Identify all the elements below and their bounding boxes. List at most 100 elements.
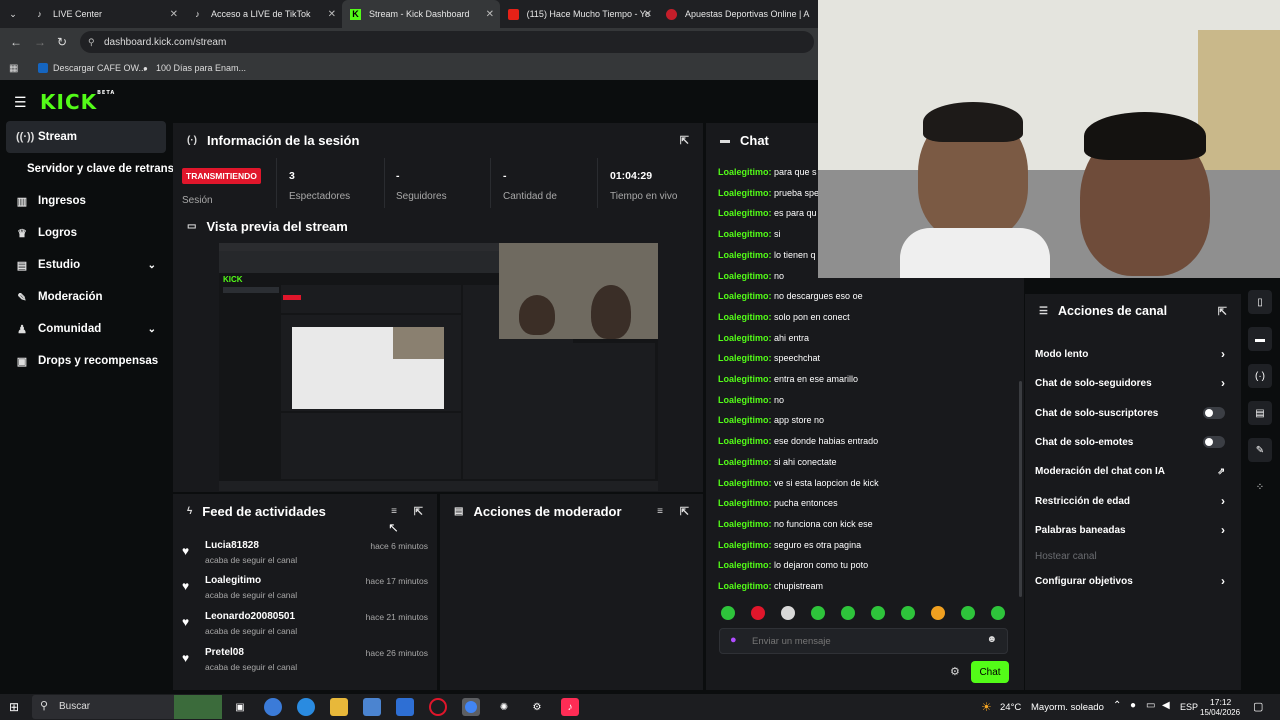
chat-message-field[interactable] (752, 633, 972, 649)
emote-icon[interactable] (751, 606, 765, 620)
settings-gear-icon[interactable]: ⚙ (528, 698, 546, 716)
chat-username[interactable]: Loalegitimo: (718, 478, 772, 488)
tray-chevron-icon[interactable]: ⌃ (1113, 700, 1121, 711)
chat-send-button[interactable]: Chat (971, 661, 1009, 683)
browser-tab[interactable]: (115) Hace Mucho Tiempo - Yo ✕ (500, 0, 658, 28)
emote-icon[interactable] (721, 606, 735, 620)
copilot-icon[interactable] (264, 698, 282, 716)
toggle-switch[interactable] (1203, 436, 1225, 448)
hamburger-menu-icon[interactable]: ☰ (14, 94, 27, 111)
chat-username[interactable]: Loalegitimo: (718, 540, 772, 550)
toggle-switch[interactable] (1203, 407, 1225, 419)
emote-icon[interactable] (901, 606, 915, 620)
tab-menu-button[interactable]: ⌄ (0, 0, 26, 28)
chat-username[interactable]: Loalegitimo: (718, 415, 772, 425)
chat-username[interactable]: Loalegitimo: (718, 457, 772, 467)
filter-icon[interactable]: ≡ (391, 506, 397, 517)
bookmark-item[interactable]: Descargar CAFE OW... (53, 63, 146, 73)
clock-time[interactable]: 17:12 (1210, 697, 1231, 707)
chat-username[interactable]: Loalegitimo: (718, 395, 772, 405)
chat-input[interactable]: ● ☻ (719, 628, 1008, 654)
rail-doc-icon[interactable]: ▯ (1248, 290, 1272, 314)
store-icon[interactable] (363, 698, 381, 716)
file-explorer-icon[interactable] (330, 698, 348, 716)
microphone-icon[interactable]: ● (1130, 700, 1136, 711)
chat-username[interactable]: Loalegitimo: (718, 519, 772, 529)
action-followers-only[interactable]: Chat de solo-seguidores › (1035, 376, 1225, 390)
mail-icon[interactable] (396, 698, 414, 716)
chat-username[interactable]: Loalegitimo: (718, 291, 772, 301)
sidebar-item-estudio[interactable]: ▤ Estudio ⌄ (6, 249, 166, 281)
popout-icon[interactable]: ⇱ (414, 505, 423, 518)
edge-icon[interactable] (297, 698, 315, 716)
microphone-icon[interactable]: ● (730, 634, 737, 646)
tiktok-live-icon[interactable]: ♪ (561, 698, 579, 716)
forward-icon[interactable]: → (34, 35, 46, 49)
windows-start-icon[interactable]: ⊞ (9, 700, 19, 714)
filter-icon[interactable]: ≡ (657, 506, 663, 517)
sidebar-item-stream[interactable]: ((·)) Stream (6, 121, 166, 153)
stream-preview-video[interactable]: KICK (219, 243, 658, 491)
action-ai-moderation[interactable]: Moderación del chat con IA ⇗ (1035, 466, 1225, 477)
sidebar-item-server-key[interactable]: Servidor y clave de retransmisión (6, 153, 174, 185)
chat-username[interactable]: Loalegitimo: (718, 229, 772, 239)
chat-username[interactable]: Loalegitimo: (718, 560, 772, 570)
chat-username[interactable]: Loalegitimo: (718, 312, 772, 322)
emote-icon[interactable] (781, 606, 795, 620)
chat-username[interactable]: Loalegitimo: (718, 271, 772, 281)
action-set-goals[interactable]: Configurar objetivos › (1035, 574, 1225, 588)
chat-username[interactable]: Loalegitimo: (718, 581, 772, 591)
action-emotes-only[interactable]: Chat de solo-emotes (1035, 436, 1225, 448)
rail-stream-icon[interactable]: (·) (1248, 364, 1272, 388)
popout-icon[interactable]: ⇱ (680, 505, 689, 518)
sidebar-item-logros[interactable]: ♛ Logros (6, 217, 166, 249)
chat-username[interactable]: Loalegitimo: (718, 333, 772, 343)
close-icon[interactable]: ✕ (644, 9, 652, 20)
back-icon[interactable]: ← (10, 35, 22, 49)
chat-username[interactable]: Loalegitimo: (718, 374, 772, 384)
sidebar-item-moderacion[interactable]: ✎ Moderación (6, 281, 166, 313)
notification-icon[interactable]: ▢ (1253, 700, 1263, 713)
network-icon[interactable]: ▭ (1146, 700, 1155, 711)
volume-icon[interactable]: ◀ (1162, 700, 1170, 711)
emote-icon[interactable] (841, 606, 855, 620)
taskbar-search[interactable]: ⚲ Buscar (32, 695, 222, 719)
emote-icon[interactable] (871, 606, 885, 620)
rail-wrench-icon[interactable]: ✎ (1248, 438, 1272, 462)
chat-username[interactable]: Loalegitimo: (718, 250, 772, 260)
chat-username[interactable]: Loalegitimo: (718, 436, 772, 446)
close-icon[interactable]: ✕ (328, 9, 336, 20)
browser-tab-active[interactable]: K Stream - Kick Dashboard ✕ (342, 0, 500, 28)
emote-icon[interactable] (991, 606, 1005, 620)
browser-tab[interactable]: ♪ LIVE Center ✕ (26, 0, 184, 28)
sidebar-item-ingresos[interactable]: ▥ Ingresos (6, 185, 166, 217)
chrome-icon[interactable] (462, 698, 480, 716)
language-indicator[interactable]: ESP (1180, 702, 1198, 712)
opera-icon[interactable] (429, 698, 447, 716)
chatgpt-icon[interactable]: ✺ (495, 698, 513, 716)
chat-username[interactable]: Loalegitimo: (718, 498, 772, 508)
chat-scrollbar[interactable] (1019, 381, 1022, 597)
url-input[interactable]: ⚲ dashboard.kick.com/stream (80, 31, 814, 53)
action-subscribers-only[interactable]: Chat de solo-suscriptores (1035, 407, 1225, 419)
action-banned-words[interactable]: Palabras baneadas › (1035, 523, 1225, 537)
close-icon[interactable]: ✕ (170, 9, 178, 20)
popout-icon[interactable]: ⇱ (680, 134, 689, 147)
chat-username[interactable]: Loalegitimo: (718, 353, 772, 363)
sidebar-item-comunidad[interactable]: ♟ Comunidad ⌄ (6, 313, 166, 345)
chat-username[interactable]: Loalegitimo: (718, 188, 772, 198)
site-info-icon[interactable]: ⚲ (88, 37, 95, 48)
browser-tab[interactable]: Apuestas Deportivas Online | A (658, 0, 818, 28)
kick-logo[interactable]: KICKBETA (40, 90, 115, 114)
reload-icon[interactable]: ↻ (57, 35, 67, 49)
chat-username[interactable]: Loalegitimo: (718, 167, 772, 177)
popout-icon[interactable]: ⇱ (1218, 305, 1227, 318)
rail-apps-icon[interactable]: ⁘ (1248, 475, 1272, 499)
action-slow-mode[interactable]: Modo lento › (1035, 347, 1225, 361)
emote-icon[interactable] (931, 606, 945, 620)
action-age-restriction[interactable]: Restricción de edad › (1035, 494, 1225, 508)
bookmark-item[interactable]: 100 Días para Enam... (156, 63, 246, 73)
task-view-icon[interactable]: ▣ (231, 698, 249, 716)
clock-date[interactable]: 15/04/2026 (1200, 708, 1240, 717)
rail-chat-icon[interactable]: ▬ (1248, 327, 1272, 351)
